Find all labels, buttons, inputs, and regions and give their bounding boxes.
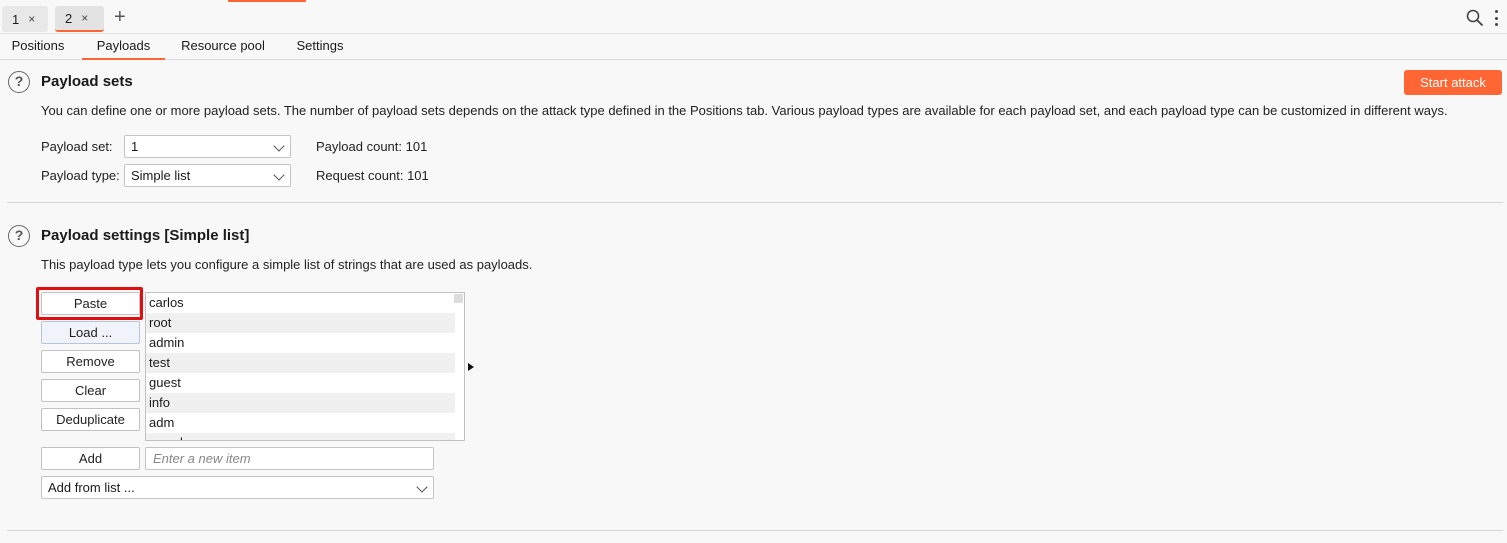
list-item[interactable]: mysql bbox=[146, 433, 455, 440]
payload-count-value: 101 bbox=[405, 139, 428, 154]
payload-settings-description: This payload type lets you configure a s… bbox=[41, 257, 533, 272]
list-item[interactable]: carlos bbox=[146, 293, 455, 313]
payload-set-value: 1 bbox=[131, 139, 139, 154]
sub-tab-bar: Positions Payloads Resource pool Setting… bbox=[0, 35, 1507, 60]
payload-type-label: Payload type: bbox=[41, 168, 120, 183]
help-circle-icon[interactable]: ? bbox=[8, 225, 30, 247]
add-button[interactable]: Add bbox=[41, 447, 140, 470]
intruder-tab-2[interactable]: 2 × bbox=[55, 6, 104, 32]
payload-count-label-text: Payload count: bbox=[316, 139, 403, 154]
tab-label: 1 bbox=[12, 11, 20, 27]
list-item[interactable]: test bbox=[146, 353, 455, 373]
load-button[interactable]: Load ... bbox=[41, 321, 140, 344]
payload-sets-title: Payload sets bbox=[41, 73, 133, 90]
scrollbar-thumb[interactable] bbox=[454, 294, 463, 303]
payload-set-label: Payload set: bbox=[41, 139, 113, 154]
section-divider bbox=[7, 530, 1503, 531]
expand-arrow-icon[interactable] bbox=[468, 363, 474, 371]
payload-type-select[interactable]: Simple list bbox=[124, 164, 291, 187]
request-count-label: Request count: 101 bbox=[316, 168, 429, 183]
payload-sets-description: You can define one or more payload sets.… bbox=[41, 103, 1448, 118]
chevron-down-icon bbox=[273, 140, 285, 152]
kebab-menu-icon[interactable] bbox=[1494, 10, 1498, 26]
intruder-tab-1[interactable]: 1 × bbox=[2, 6, 48, 32]
add-from-list-select[interactable]: Add from list ... bbox=[41, 476, 434, 499]
help-circle-icon[interactable]: ? bbox=[8, 71, 30, 93]
section-divider bbox=[7, 202, 1503, 203]
start-attack-button[interactable]: Start attack bbox=[1404, 70, 1502, 95]
new-tab-button[interactable]: + bbox=[114, 5, 126, 29]
list-item[interactable]: info bbox=[146, 393, 455, 413]
list-item[interactable]: admin bbox=[146, 333, 455, 353]
new-item-input[interactable] bbox=[145, 447, 434, 470]
clear-button[interactable]: Clear bbox=[41, 379, 140, 402]
payload-set-select[interactable]: 1 bbox=[124, 135, 291, 158]
list-item[interactable]: root bbox=[146, 313, 455, 333]
highlight-box bbox=[36, 287, 143, 320]
chevron-down-icon bbox=[273, 169, 285, 181]
close-icon[interactable]: × bbox=[81, 11, 88, 25]
list-item[interactable]: adm bbox=[146, 413, 455, 433]
payload-count-label: Payload count: 101 bbox=[316, 139, 427, 154]
active-indicator bbox=[228, 0, 306, 2]
deduplicate-button[interactable]: Deduplicate bbox=[41, 408, 140, 431]
chevron-down-icon bbox=[416, 481, 428, 493]
tab-positions[interactable]: Positions bbox=[0, 35, 76, 60]
tab-label: 2 bbox=[65, 10, 73, 26]
request-count-label-text: Request count: bbox=[316, 168, 404, 183]
tab-payloads[interactable]: Payloads bbox=[82, 35, 165, 60]
remove-button[interactable]: Remove bbox=[41, 350, 140, 373]
payload-type-value: Simple list bbox=[131, 168, 191, 183]
search-icon[interactable] bbox=[1466, 9, 1484, 27]
payload-settings-title: Payload settings [Simple list] bbox=[41, 227, 250, 244]
list-item[interactable]: guest bbox=[146, 373, 455, 393]
tab-settings[interactable]: Settings bbox=[288, 35, 352, 60]
close-icon[interactable]: × bbox=[28, 12, 35, 26]
payload-list[interactable]: carlos root admin test guest info adm my… bbox=[145, 292, 465, 441]
request-count-value: 101 bbox=[407, 168, 429, 183]
add-from-list-value: Add from list ... bbox=[48, 480, 135, 495]
tab-strip: 1 × 2 × + bbox=[0, 0, 1507, 34]
tab-resource-pool[interactable]: Resource pool bbox=[172, 35, 274, 60]
